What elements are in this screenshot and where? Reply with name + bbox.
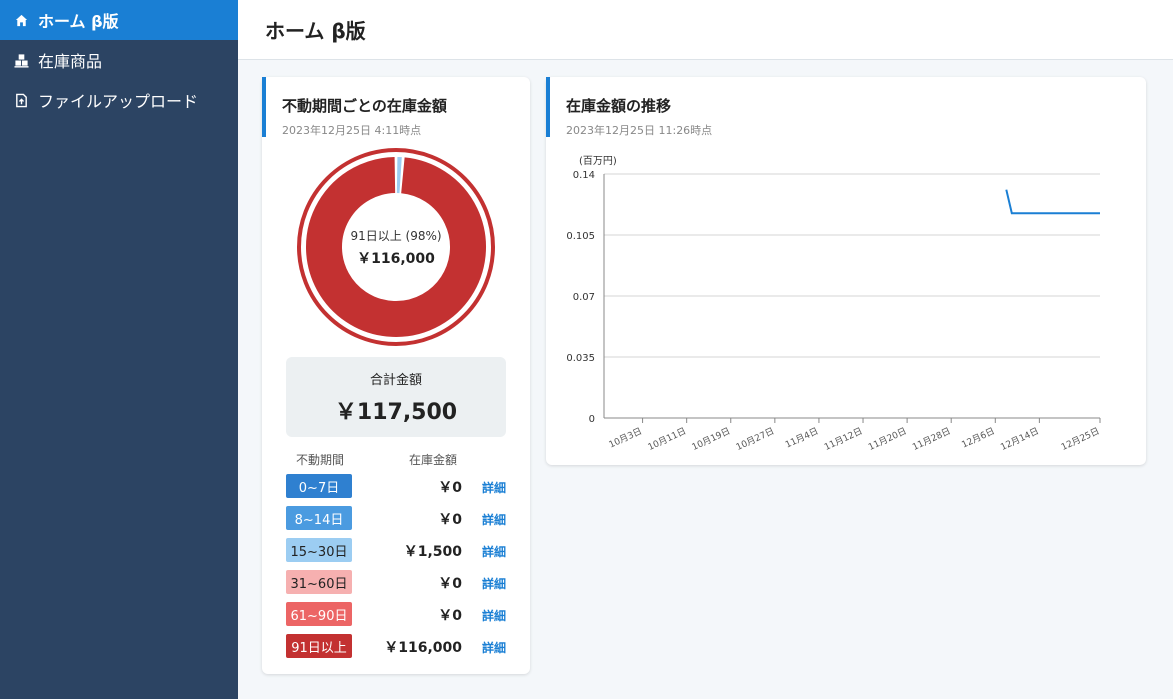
period-badge: 0~7日 <box>286 474 352 498</box>
sidebar: ホーム β版 在庫商品 ファイルアップロード <box>0 0 238 699</box>
x-tick-label: 11月20日 <box>867 426 909 453</box>
x-tick-label: 12月25日 <box>1060 426 1102 453</box>
y-tick-label: 0.105 <box>566 231 595 242</box>
donut-slice <box>306 157 486 337</box>
total-amount-label: 合計金額 <box>369 372 422 388</box>
trend-line-chart: 0 0.035 0.07 0.105 0.14 (百万円) 10月3日 10月11日 10月19… <box>566 155 1102 453</box>
period-badge: 31~60日 <box>286 570 352 594</box>
stock-amount: ￥0 <box>438 512 462 528</box>
table-row: 91日以上 ￥116,000 詳細 <box>286 634 506 658</box>
column-header-amount: 在庫金額 <box>409 453 458 467</box>
series-line <box>1005 189 1100 215</box>
sidebar-item-stock[interactable]: 在庫商品 <box>0 40 238 80</box>
period-badge: 91日以上 <box>286 634 352 658</box>
file-upload-icon <box>16 93 27 107</box>
sidebar-item-file-upload[interactable]: ファイルアップロード <box>0 80 238 120</box>
table-row: 15~30日 ￥1,500 詳細 <box>286 538 506 562</box>
y-tick-label: 0 <box>589 414 595 425</box>
detail-link[interactable]: 詳細 <box>482 511 506 528</box>
period-badge: 15~30日 <box>286 538 352 562</box>
x-tick-label: 12月14日 <box>999 426 1041 453</box>
detail-link[interactable]: 詳細 <box>482 543 506 560</box>
stock-trend-card: 在庫金額の推移 2023年12月25日 11:26時点 0 0.035 0.07 0.… <box>546 77 1146 465</box>
stock-amount: ￥0 <box>438 576 462 592</box>
x-tick-label: 10月19日 <box>690 426 732 453</box>
stock-amount: ￥0 <box>438 480 462 496</box>
stock-amount: ￥0 <box>438 608 462 624</box>
detail-link[interactable]: 詳細 <box>482 479 506 496</box>
stock-by-period-card: 不動期間ごとの在庫金額 2023年12月25日 4:11時点 91日以上 (98… <box>262 77 530 674</box>
total-amount-value: ￥117,500 <box>334 399 458 425</box>
detail-link[interactable]: 詳細 <box>482 575 506 592</box>
y-tick-label: 0.07 <box>573 292 595 303</box>
sidebar-item-label: ホーム β版 <box>38 12 119 31</box>
table-row: 0~7日 ￥0 詳細 <box>286 474 506 498</box>
x-tick-label: 10月3日 <box>607 426 644 451</box>
period-badge: 61~90日 <box>286 602 352 626</box>
total-amount-box: 合計金額 ￥117,500 <box>286 357 506 437</box>
sidebar-item-label: 在庫商品 <box>38 52 103 71</box>
y-tick-label: 0.14 <box>573 170 595 181</box>
card-timestamp: 2023年12月25日 4:11時点 <box>282 124 422 137</box>
donut-chart-svg <box>297 148 495 346</box>
x-tick-label: 12月6日 <box>960 426 997 451</box>
y-axis-label: (百万円) <box>579 155 617 167</box>
boxes-icon <box>14 53 29 68</box>
sidebar-item-home[interactable]: ホーム β版 <box>0 0 238 40</box>
detail-link[interactable]: 詳細 <box>482 639 506 656</box>
x-tick-label: 10月11日 <box>646 426 688 453</box>
card-title: 不動期間ごとの在庫金額 <box>282 97 447 115</box>
table-row: 31~60日 ￥0 詳細 <box>286 570 506 594</box>
x-tick-label: 11月28日 <box>911 426 953 453</box>
detail-link[interactable]: 詳細 <box>482 607 506 624</box>
sidebar-item-label: ファイルアップロード <box>38 92 199 111</box>
x-tick-label: 11月4日 <box>784 426 821 451</box>
y-tick-label: 0.035 <box>566 353 595 364</box>
x-tick-label: 10月27日 <box>734 426 776 453</box>
donut-chart: 91日以上 (98%) ￥116,000 <box>296 147 496 347</box>
card-accent-bar <box>262 77 266 137</box>
stock-amount: ￥1,500 <box>403 544 462 560</box>
x-tick-label: 11月12日 <box>823 426 865 453</box>
home-icon <box>15 14 28 26</box>
stock-amount: ￥116,000 <box>384 640 462 656</box>
table-row: 61~90日 ￥0 詳細 <box>286 602 506 626</box>
period-badge: 8~14日 <box>286 506 352 530</box>
column-header-period: 不動期間 <box>296 453 345 467</box>
page-header: ホーム β版 <box>238 0 1173 60</box>
page-title: ホーム β版 <box>265 19 366 43</box>
table-row: 8~14日 ￥0 詳細 <box>286 506 506 530</box>
